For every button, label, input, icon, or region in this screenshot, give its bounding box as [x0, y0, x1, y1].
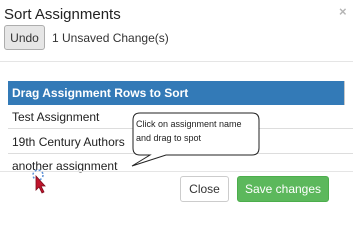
- move-cursor-icon: [32, 169, 46, 194]
- sort-assignments-dialog: Sort Assignments × Undo 1 Unsaved Change…: [0, 0, 353, 226]
